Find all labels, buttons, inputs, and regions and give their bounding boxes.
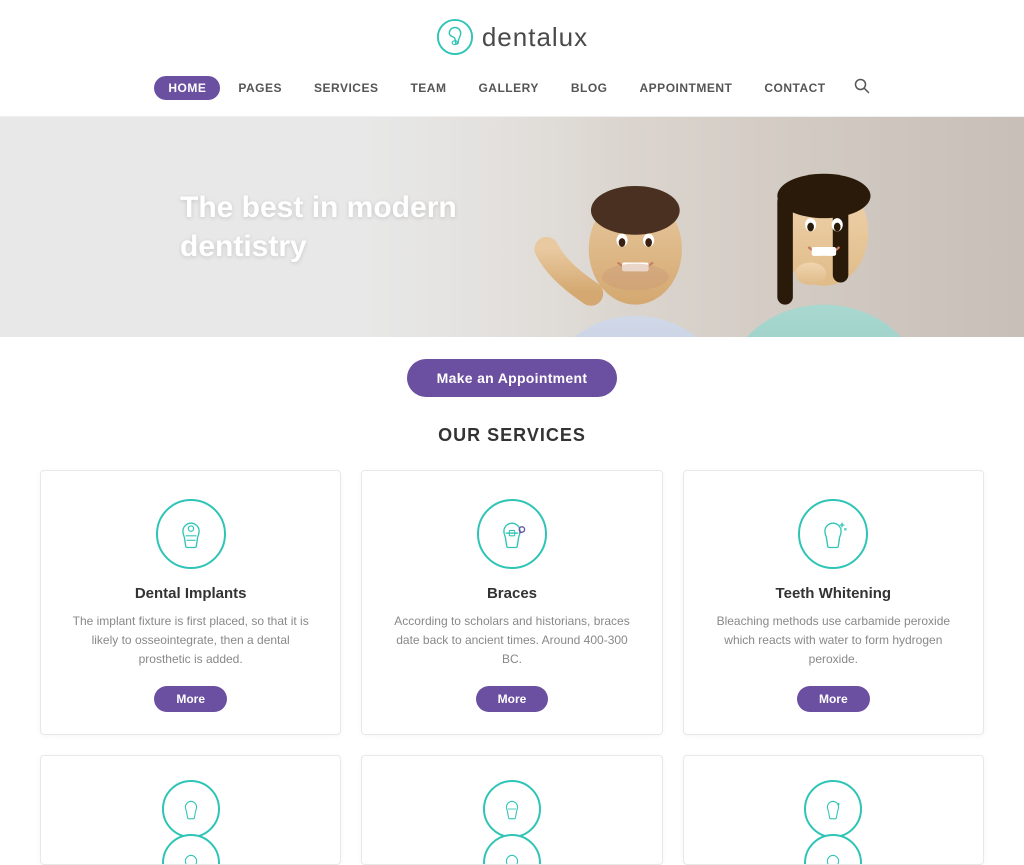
service-card-partial-3	[683, 755, 984, 865]
logo-icon	[436, 18, 474, 56]
service-card-dental-implants: Dental Implants The implant fixture is f…	[40, 470, 341, 735]
service-desc-braces: According to scholars and historians, br…	[386, 612, 637, 670]
service-card-partial-2	[361, 755, 662, 865]
appointment-button[interactable]: Make an Appointment	[407, 359, 618, 397]
circle-bottom-3	[804, 834, 862, 865]
service-card-partial-1	[40, 755, 341, 865]
hero-text-block: The best in modern dentistry	[0, 188, 457, 266]
main-nav: HOME PAGES SERVICES TEAM GALLERY BLOG AP…	[0, 70, 1024, 106]
services-section: OUR SERVICES Dental Implants The implant…	[0, 415, 1024, 865]
double-circle-2	[386, 780, 637, 865]
circle-bottom-1	[162, 834, 220, 865]
nav-item-blog[interactable]: BLOG	[557, 76, 622, 100]
services-title: OUR SERVICES	[40, 425, 984, 446]
services-grid-bottom	[40, 755, 984, 865]
dental-implants-icon	[173, 516, 209, 552]
nav-item-services[interactable]: SERVICES	[300, 76, 392, 100]
service-card-teeth-whitening: Teeth Whitening Bleaching methods use ca…	[683, 470, 984, 735]
more-button-braces[interactable]: More	[476, 686, 549, 712]
circle-top-3	[804, 780, 862, 838]
teeth-whitening-icon	[815, 516, 851, 552]
nav-item-home[interactable]: HOME	[154, 76, 220, 100]
hero-title: The best in modern dentistry	[180, 188, 457, 266]
braces-icon	[494, 516, 530, 552]
service-desc-dental-implants: The implant fixture is first placed, so …	[65, 612, 316, 670]
service-name-dental-implants: Dental Implants	[65, 585, 316, 602]
search-icon[interactable]	[854, 78, 870, 99]
double-circle-3	[708, 780, 959, 865]
more-button-dental-implants[interactable]: More	[154, 686, 227, 712]
circle-top-2	[483, 780, 541, 838]
hero-people-illustration	[358, 117, 1024, 337]
nav-item-contact[interactable]: CONTACT	[750, 76, 839, 100]
more-button-teeth-whitening[interactable]: More	[797, 686, 870, 712]
double-circle-1	[65, 780, 316, 865]
site-header: dentalux HOME PAGES SERVICES TEAM GALLER…	[0, 0, 1024, 117]
services-grid: Dental Implants The implant fixture is f…	[40, 470, 984, 735]
service-name-braces: Braces	[386, 585, 637, 602]
circle-top-1	[162, 780, 220, 838]
appointment-section: Make an Appointment	[0, 337, 1024, 415]
braces-icon-circle	[477, 499, 547, 569]
service-card-braces: Braces According to scholars and histori…	[361, 470, 662, 735]
teeth-whitening-icon-circle	[798, 499, 868, 569]
logo-text: dentalux	[482, 22, 588, 53]
nav-item-appointment[interactable]: APPOINTMENT	[626, 76, 747, 100]
nav-item-pages[interactable]: PAGES	[224, 76, 296, 100]
nav-item-gallery[interactable]: GALLERY	[464, 76, 552, 100]
service-desc-teeth-whitening: Bleaching methods use carbamide peroxide…	[708, 612, 959, 670]
hero-section: The best in modern dentistry	[0, 117, 1024, 337]
dental-implants-icon-circle	[156, 499, 226, 569]
circle-bottom-2	[483, 834, 541, 865]
logo[interactable]: dentalux	[436, 18, 588, 56]
service-name-teeth-whitening: Teeth Whitening	[708, 585, 959, 602]
nav-item-team[interactable]: TEAM	[396, 76, 460, 100]
